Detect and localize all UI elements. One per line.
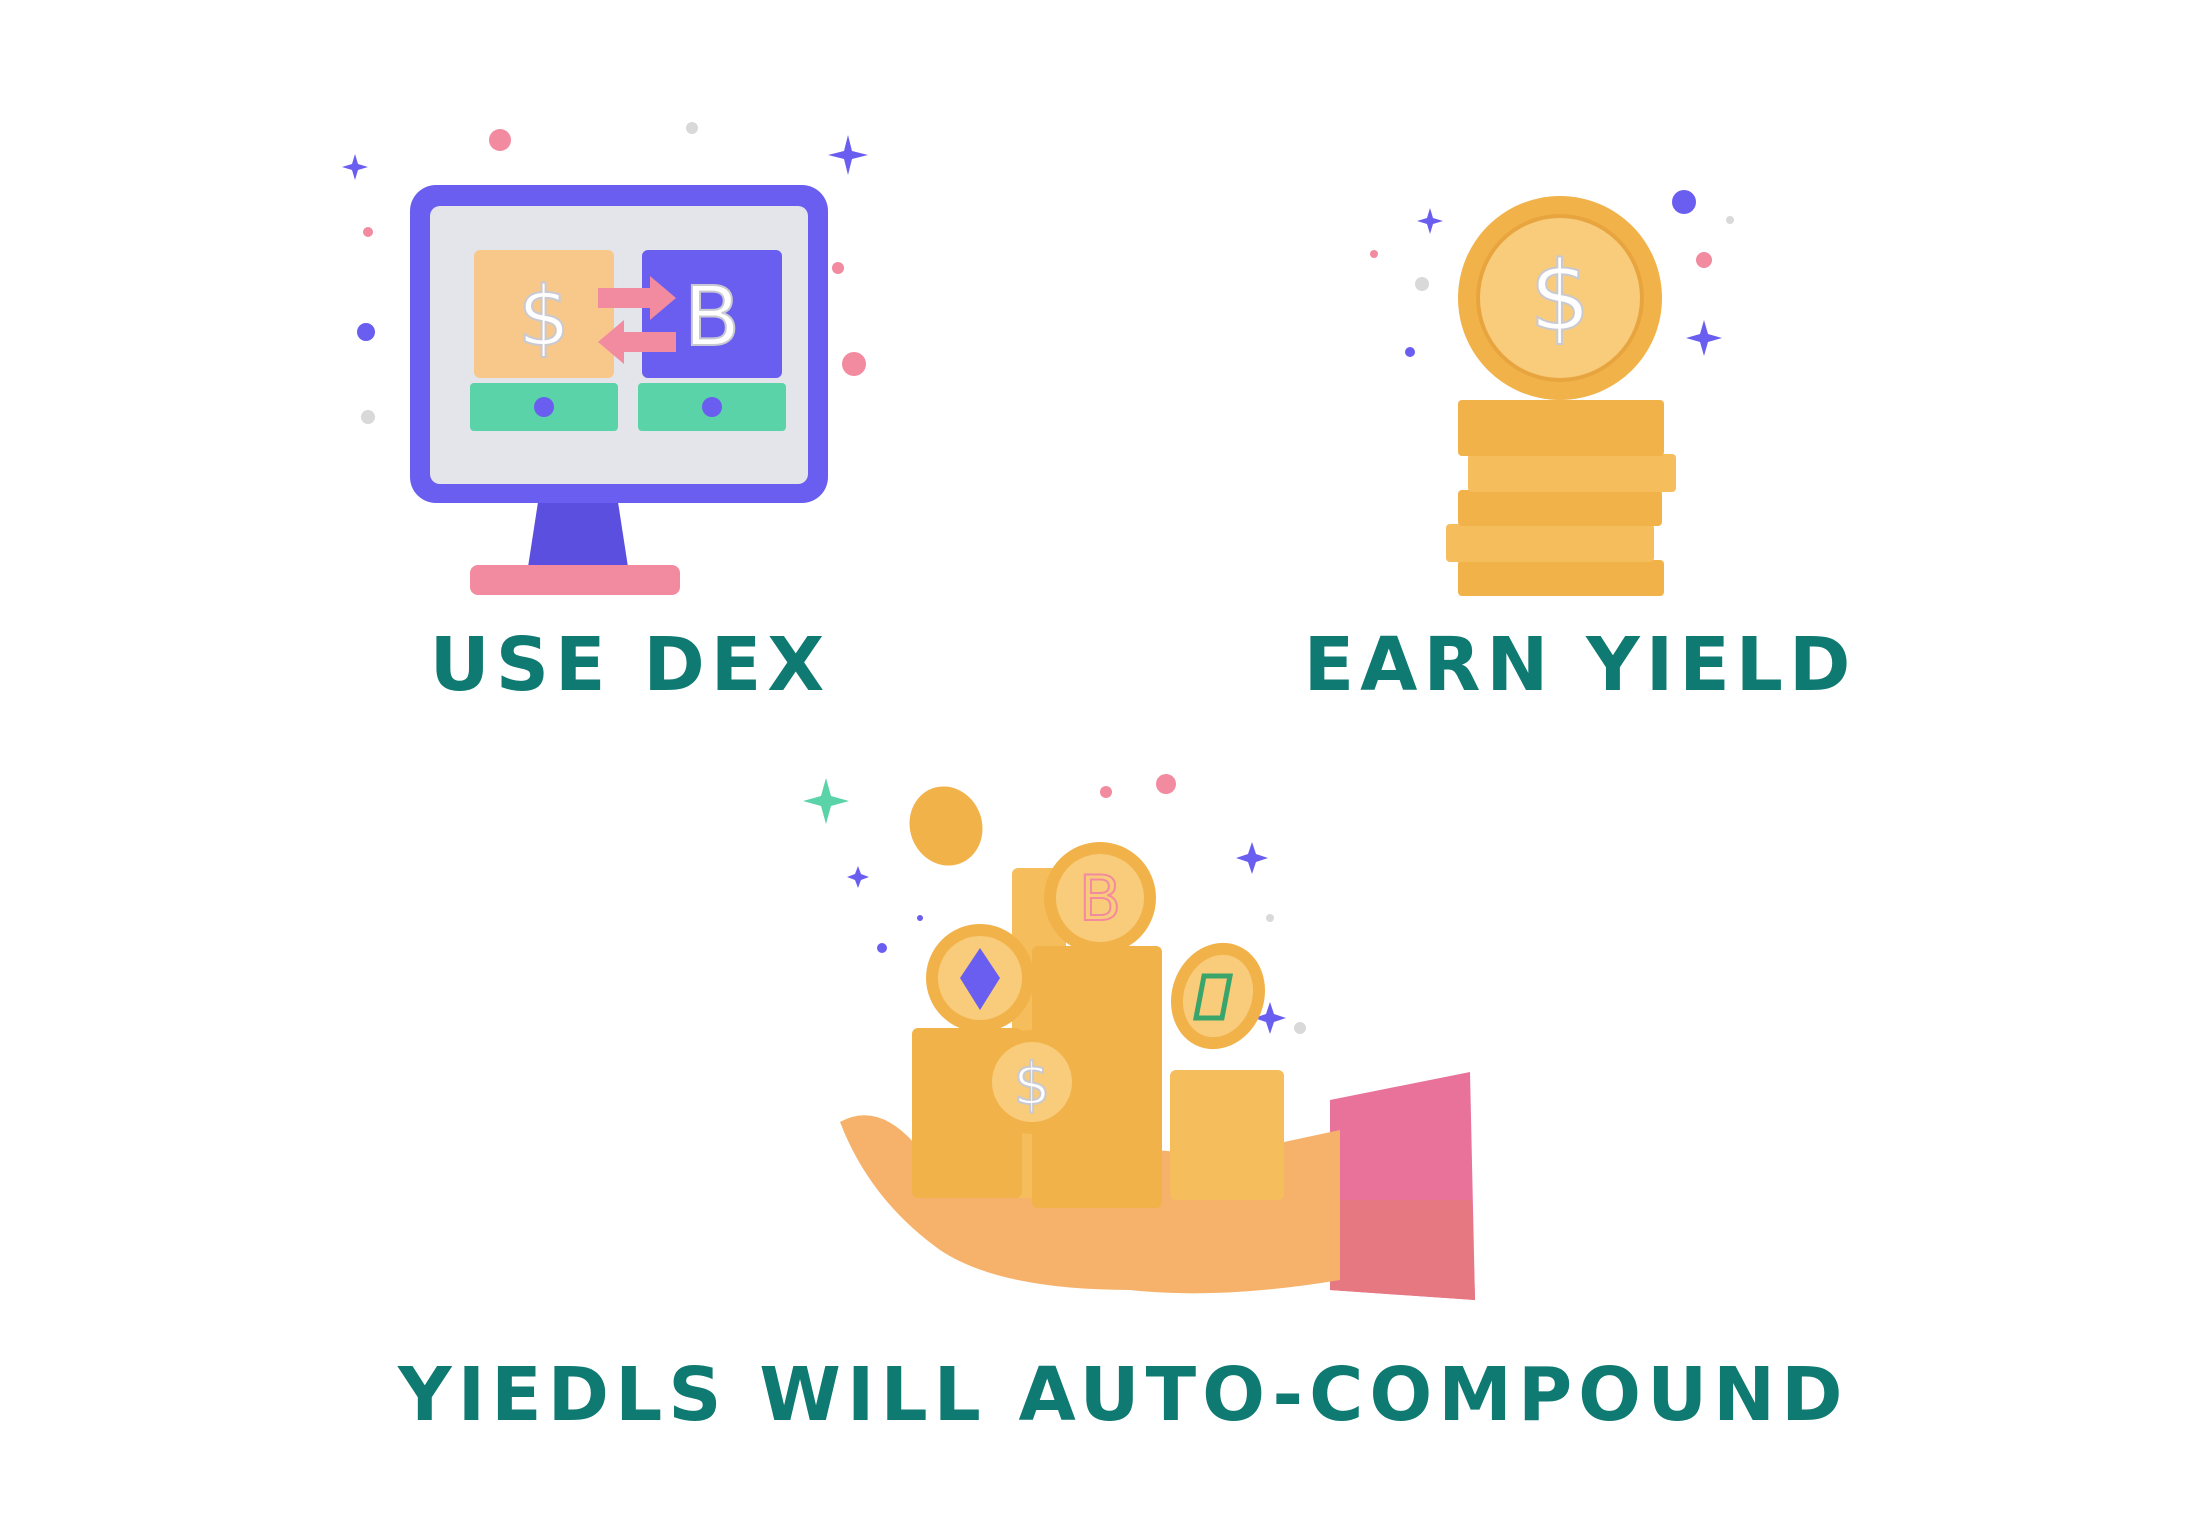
- dollar-glyph: $: [518, 270, 570, 365]
- dollar-glyph: $: [1529, 241, 1590, 353]
- monitor-swap-icon: $ B: [342, 122, 868, 595]
- coin-stack: [1446, 400, 1676, 596]
- bitcoin-glyph: B: [684, 270, 740, 365]
- hand-holding-coins-icon: B $: [803, 774, 1475, 1300]
- bitcoin-glyph: B: [1079, 862, 1122, 935]
- coin-stack-icon: $: [1370, 190, 1734, 596]
- auto-compound-caption: YIEDLS WILL AUTO-COMPOUND: [398, 1352, 1849, 1438]
- dollar-glyph: $: [1014, 1050, 1051, 1118]
- earn-yield-caption: EARN YIELD: [1303, 622, 1857, 708]
- use-dex-caption: USE DEX: [429, 622, 831, 708]
